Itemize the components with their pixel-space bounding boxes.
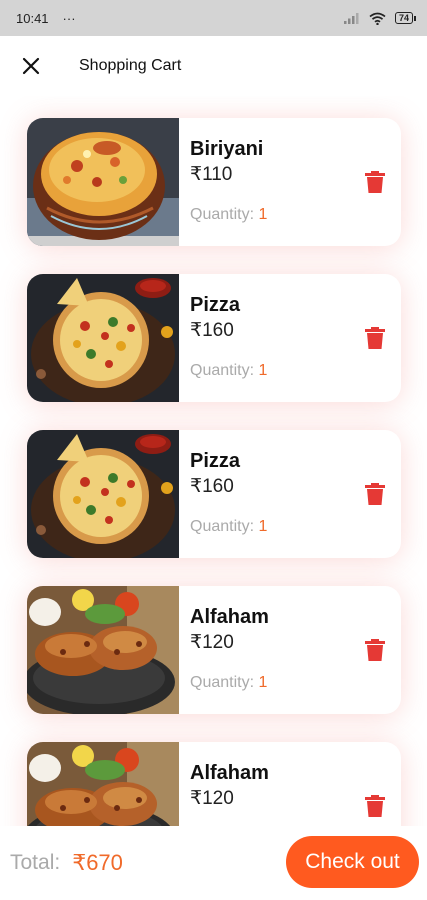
quantity-label: Quantity:: [190, 206, 259, 223]
pizza-image: [27, 274, 179, 402]
quantity-label: Quantity:: [190, 674, 259, 691]
quantity-label: Quantity:: [190, 362, 259, 379]
cart-item-card[interactable]: Pizza ₹160 Quantity: 1: [27, 274, 401, 402]
cart-item-card[interactable]: Alfaham ₹120 Quantity: 1: [27, 586, 401, 714]
quantity-value: 1: [258, 362, 268, 379]
wifi-icon: [369, 12, 386, 25]
trash-icon: [365, 483, 385, 505]
delete-button[interactable]: [365, 171, 385, 193]
battery-icon: 74: [394, 12, 417, 24]
status-time: 10:41: [16, 10, 49, 26]
quantity-row: Quantity: 1: [190, 674, 267, 692]
quantity-row: Quantity: 1: [190, 206, 267, 224]
item-name: Pizza: [190, 450, 241, 472]
quantity-label: Quantity:: [190, 518, 259, 535]
close-button[interactable]: [0, 36, 62, 96]
trash-icon: [365, 639, 385, 661]
trash-icon: [365, 171, 385, 193]
cart-item-card[interactable]: Biriyani ₹110 Quantity: 1: [27, 118, 401, 246]
item-name: Pizza: [190, 294, 241, 316]
app-bar: Shopping Cart: [0, 36, 427, 96]
cart-list[interactable]: Biriyani ₹110 Quantity: 1 Pizza ₹160 Qua…: [0, 96, 427, 826]
cart-item-card[interactable]: Pizza ₹160 Quantity: 1: [27, 430, 401, 558]
trash-icon: [365, 327, 385, 349]
signal-icon: [343, 13, 359, 24]
status-bar: 10:41 ··· 74: [0, 0, 427, 36]
biriyani-image: [27, 118, 179, 246]
page-title: Shopping Cart: [79, 57, 182, 74]
delete-button[interactable]: [365, 639, 385, 661]
pizza-image: [27, 430, 179, 558]
quantity-value: 1: [258, 674, 268, 691]
alfaham-image: [27, 742, 179, 826]
quantity-row: Quantity: 1: [190, 518, 267, 536]
item-name: Alfaham: [190, 762, 269, 784]
delete-button[interactable]: [365, 327, 385, 349]
trash-icon: [365, 795, 385, 817]
quantity-row: Quantity: 1: [190, 362, 267, 380]
alfaham-image: [27, 586, 179, 714]
notification-dots: ···: [62, 10, 76, 26]
quantity-value: 1: [258, 206, 268, 223]
checkout-button[interactable]: Check out: [286, 836, 419, 888]
quantity-value: 1: [258, 518, 268, 535]
total-value: ₹670: [72, 850, 123, 875]
item-name: Biriyani: [190, 138, 264, 160]
close-icon: [22, 57, 40, 75]
cart-item-card[interactable]: Alfaham ₹120 Quantity: 1: [27, 742, 401, 826]
delete-button[interactable]: [365, 483, 385, 505]
checkout-bar: Total: ₹670 Check out: [0, 826, 427, 900]
delete-button[interactable]: [365, 795, 385, 817]
total-label: Total:: [10, 851, 61, 874]
item-name: Alfaham: [190, 606, 269, 628]
